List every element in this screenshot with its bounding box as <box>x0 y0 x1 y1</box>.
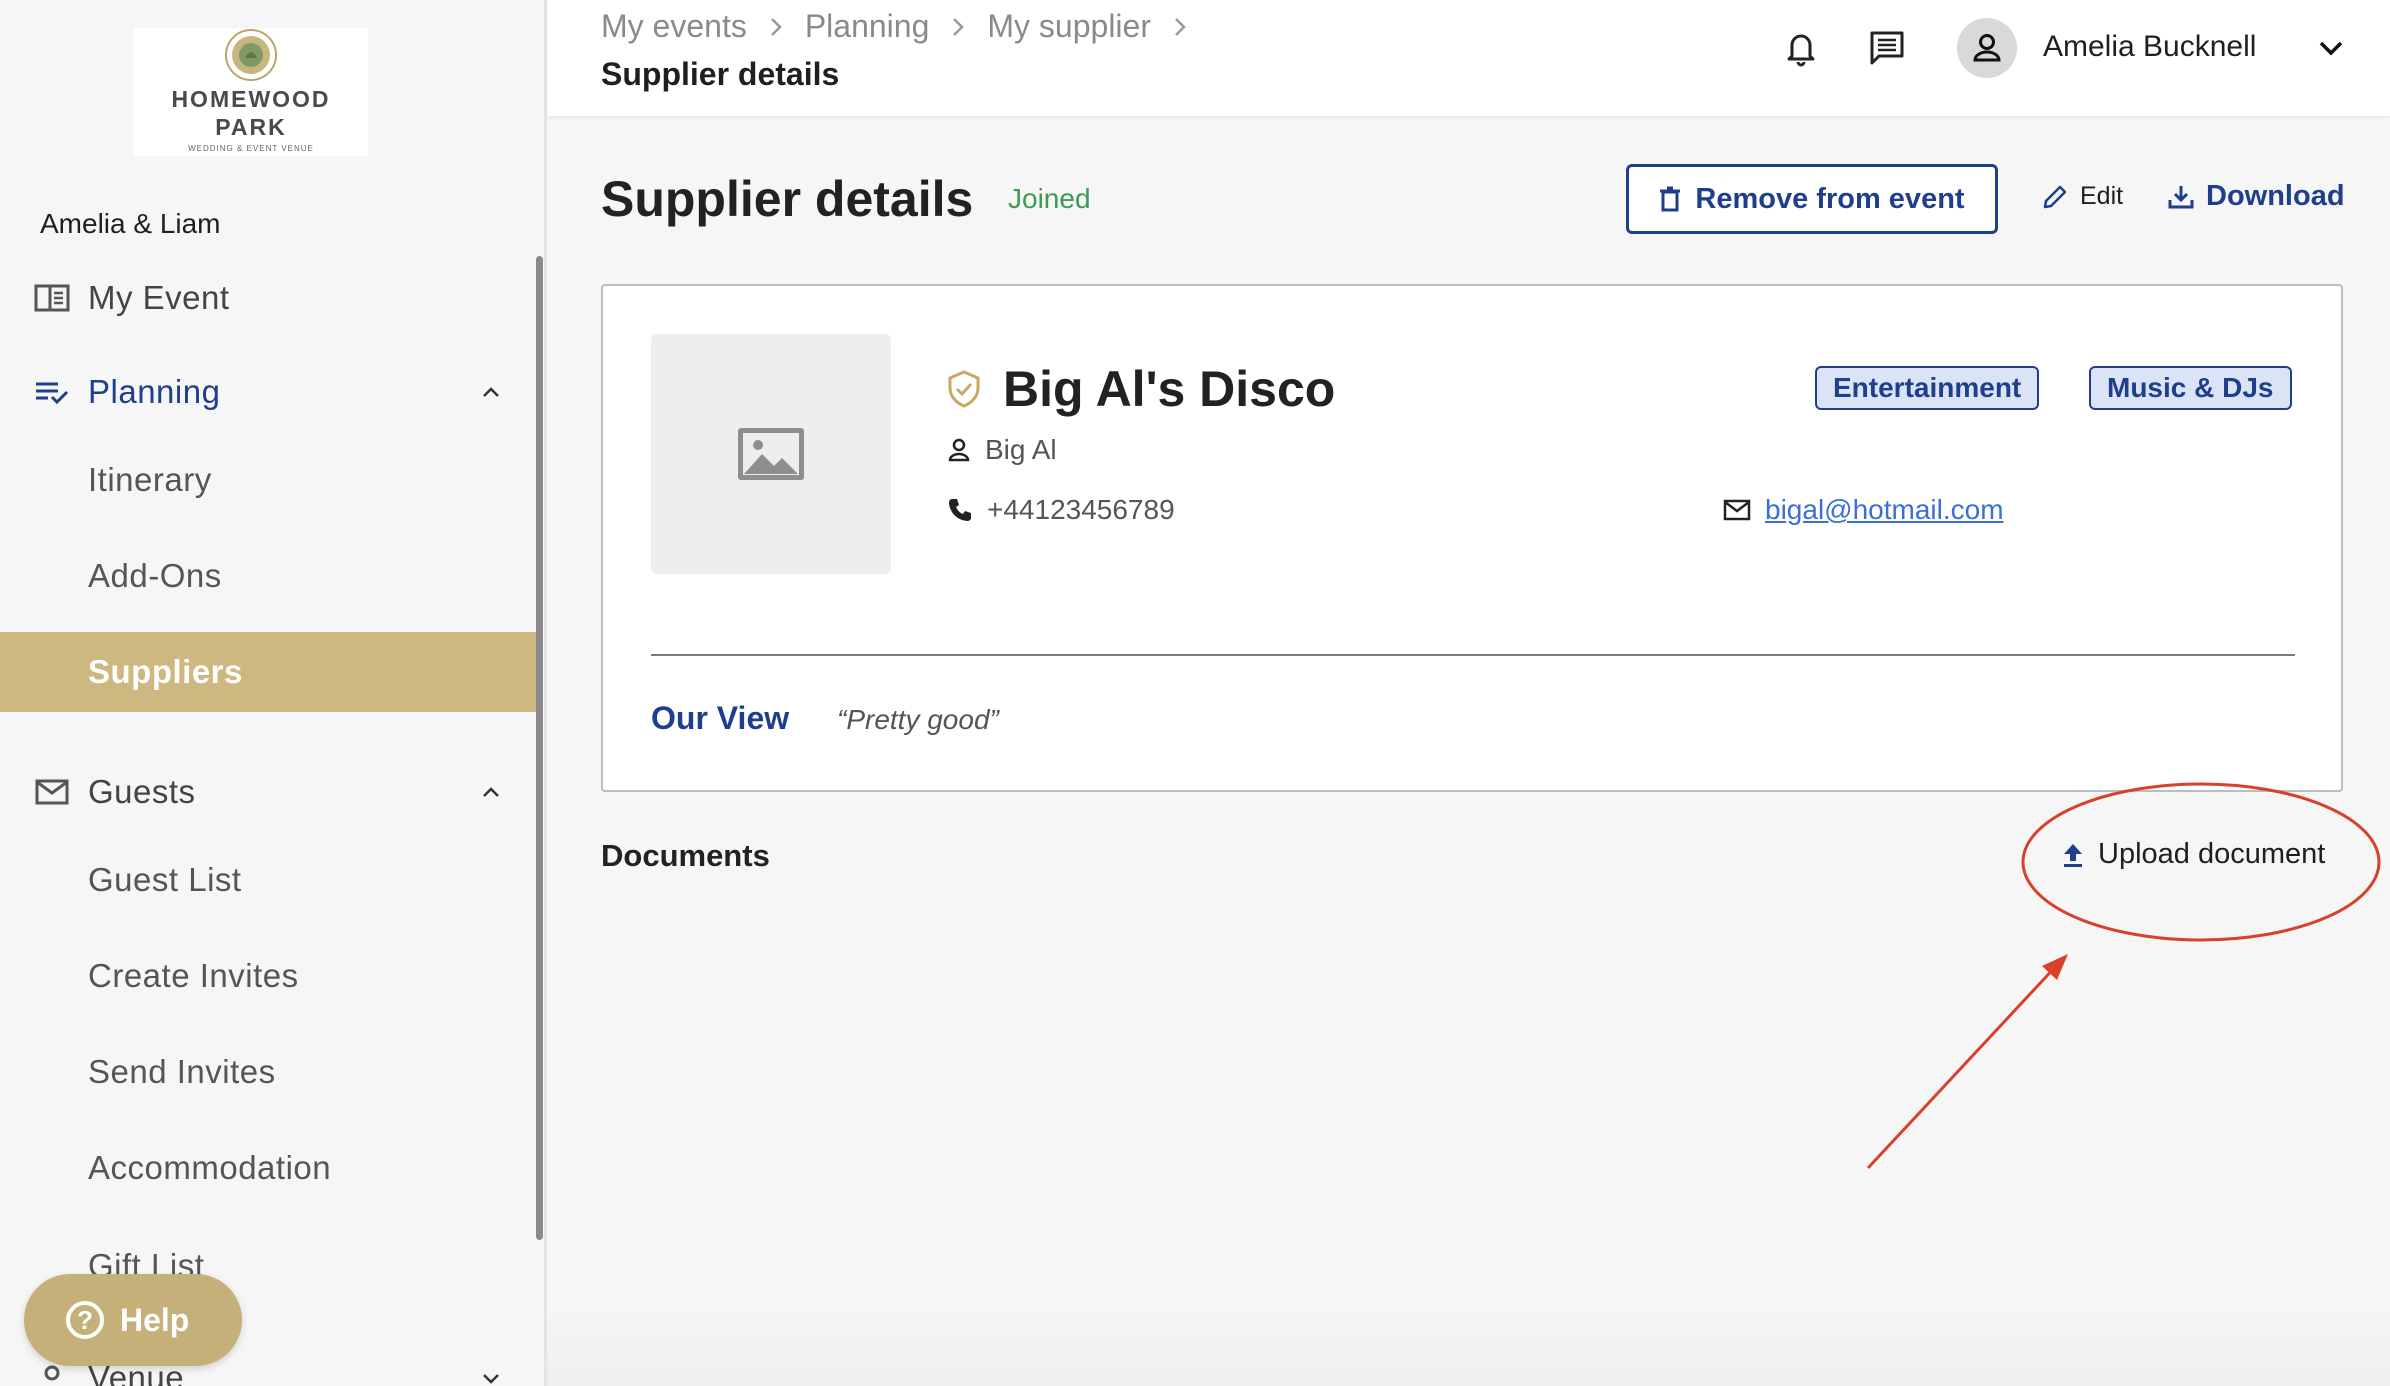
user-name[interactable]: Amelia Bucknell <box>2043 30 2256 64</box>
top-header: My events Planning My supplier Supplier … <box>547 0 2390 116</box>
sidebar-item-itinerary[interactable]: Itinerary <box>0 440 536 520</box>
chat-icon[interactable] <box>1865 26 1909 70</box>
chevron-right-icon <box>951 16 965 38</box>
sidebar-item-add-ons[interactable]: Add-Ons <box>0 536 536 616</box>
page-title: Supplier details <box>601 171 974 227</box>
chevron-down-icon[interactable] <box>2313 30 2349 66</box>
email-link[interactable]: bigal@hotmail.com <box>1765 494 2004 526</box>
phone-text: +44123456789 <box>987 494 1175 525</box>
sidebar-item-label: Send Invites <box>88 1053 276 1090</box>
supplier-email: bigal@hotmail.com <box>1723 494 2004 526</box>
chevron-right-icon <box>1173 16 1187 38</box>
supplier-card: Big Al's Disco Big Al +44123456789 Enter… <box>601 284 2343 792</box>
supplier-contact-person: Big Al <box>947 434 1057 466</box>
our-view-text: “Pretty good” <box>837 704 999 735</box>
annotation-arrow <box>1866 962 2060 1170</box>
annotation-arrowhead <box>2042 954 2068 980</box>
sidebar-item-suppliers[interactable]: Suppliers <box>0 632 536 712</box>
checklist-icon <box>32 372 72 412</box>
shield-check-icon <box>947 370 981 413</box>
sidebar-item-label: Create Invites <box>88 957 299 994</box>
sidebar-item-my-event[interactable]: My Event <box>0 258 536 338</box>
logo-seal-icon <box>225 29 277 81</box>
sidebar-item-label: Planning <box>88 373 221 410</box>
venue-logo[interactable]: HOMEWOOD PARK WEDDING & EVENT VENUE <box>134 28 368 156</box>
sidebar: HOMEWOOD PARK WEDDING & EVENT VENUE Amel… <box>0 0 547 1386</box>
remove-from-event-label: Remove from event <box>1695 182 1965 215</box>
category-tag-music-djs: Music & DJs <box>2089 366 2292 410</box>
download-button[interactable]: Download <box>2168 180 2345 213</box>
upload-document-label: Upload document <box>2098 838 2326 870</box>
breadcrumb: My events Planning My supplier <box>601 8 1209 45</box>
help-label: Help <box>120 1301 190 1338</box>
breadcrumb-my-events[interactable]: My events <box>601 8 747 45</box>
logo-text-line1: HOMEWOOD <box>171 86 331 112</box>
logo-tagline: WEDDING & EVENT VENUE <box>188 144 314 153</box>
content-bottom-area <box>547 1300 2390 1386</box>
help-button[interactable]: ? Help <box>24 1274 242 1366</box>
remove-from-event-button[interactable]: Remove from event <box>1626 164 1998 234</box>
sidebar-item-create-invites[interactable]: Create Invites <box>0 936 536 1016</box>
sidebar-item-guest-list[interactable]: Guest List <box>0 840 536 920</box>
breadcrumb-planning[interactable]: Planning <box>805 8 930 45</box>
sidebar-item-guests[interactable]: Guests <box>0 752 536 832</box>
edit-button[interactable]: Edit <box>2042 182 2123 211</box>
sidebar-item-label: My Event <box>88 279 230 316</box>
chevron-up-icon[interactable] <box>476 377 506 407</box>
chevron-right-icon <box>769 16 783 38</box>
pencil-icon <box>2042 184 2068 210</box>
mail-icon <box>32 772 72 812</box>
avatar[interactable] <box>1957 18 2017 78</box>
book-open-icon <box>32 278 72 318</box>
sidebar-item-label: Itinerary <box>88 461 212 498</box>
our-view-label: Our View <box>651 700 790 736</box>
upload-icon <box>2062 842 2084 868</box>
trash-icon <box>1659 186 1681 212</box>
chevron-down-icon[interactable] <box>476 1363 506 1386</box>
documents-title: Documents <box>601 838 770 873</box>
bell-icon[interactable] <box>1779 26 1823 70</box>
person-icon <box>947 437 971 463</box>
chevron-up-icon[interactable] <box>476 777 506 807</box>
sidebar-item-accommodation[interactable]: Accommodation <box>0 1128 536 1208</box>
card-divider <box>651 654 2295 656</box>
supplier-name: Big Al's Disco <box>1003 361 1336 417</box>
logo-text-line2: PARK <box>215 114 287 140</box>
phone-icon <box>947 497 973 523</box>
sidebar-item-label: Suppliers <box>88 653 243 690</box>
supplier-image-placeholder <box>651 334 891 574</box>
sidebar-item-label: Add-Ons <box>88 557 222 594</box>
status-badge: Joined <box>1008 183 1091 214</box>
event-couple-name: Amelia & Liam <box>40 208 221 239</box>
breadcrumb-current: Supplier details <box>601 56 840 92</box>
sidebar-item-label: Guests <box>88 773 196 810</box>
edit-label: Edit <box>2080 182 2124 210</box>
download-icon <box>2168 184 2194 210</box>
sidebar-scrollbar[interactable] <box>536 256 543 1240</box>
upload-document-button[interactable]: Upload document <box>2062 838 2325 871</box>
download-label: Download <box>2206 180 2345 212</box>
sidebar-item-send-invites[interactable]: Send Invites <box>0 1032 536 1112</box>
image-icon <box>738 428 804 480</box>
mail-icon <box>1723 499 1751 521</box>
supplier-phone: +44123456789 <box>947 494 1175 526</box>
sidebar-item-planning[interactable]: Planning <box>0 352 536 432</box>
user-icon <box>1973 34 2001 62</box>
contact-person-text: Big Al <box>985 434 1057 465</box>
category-tag-entertainment: Entertainment <box>1815 366 2040 410</box>
sidebar-item-label: Accommodation <box>88 1149 332 1186</box>
sidebar-item-label: Guest List <box>88 861 242 898</box>
breadcrumb-my-supplier[interactable]: My supplier <box>987 8 1151 45</box>
question-mark-icon: ? <box>66 1301 104 1339</box>
